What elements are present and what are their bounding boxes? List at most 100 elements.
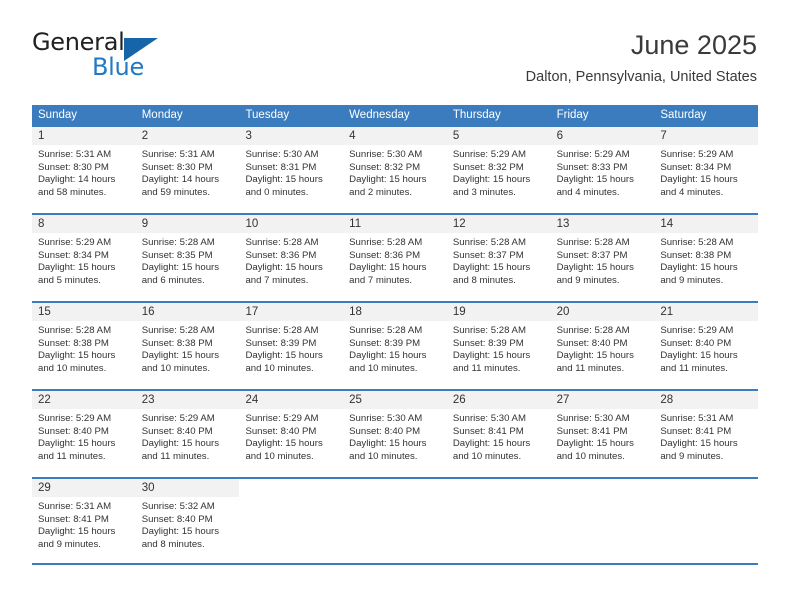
day-number: 30 bbox=[135, 479, 240, 497]
day-cell[interactable]: 26 Sunrise: 5:30 AM Sunset: 8:41 PM Dayl… bbox=[446, 391, 551, 477]
sunset-text: Sunset: 8:39 PM bbox=[452, 337, 524, 349]
day-cell[interactable]: 21 Sunrise: 5:29 AM Sunset: 8:40 PM Dayl… bbox=[654, 303, 759, 389]
day-number: 15 bbox=[32, 303, 136, 321]
week-row: 1 Sunrise: 5:31 AM Sunset: 8:30 PM Dayli… bbox=[32, 125, 759, 213]
day-info: Sunrise: 5:29 AM Sunset: 8:40 PM Dayligh… bbox=[654, 321, 758, 375]
daylight-text-line1: Daylight: 14 hours bbox=[38, 174, 116, 186]
daylight-text-line2: and 7 minutes. bbox=[349, 274, 413, 286]
daylight-text-line2: and 8 minutes. bbox=[141, 538, 205, 550]
day-number: 9 bbox=[135, 215, 240, 233]
day-cell[interactable]: 29 Sunrise: 5:31 AM Sunset: 8:41 PM Dayl… bbox=[32, 479, 136, 563]
sunrise-text: Sunrise: 5:30 AM bbox=[349, 413, 423, 424]
weekday-header-sunday: Sunday bbox=[38, 109, 78, 121]
day-info: Sunrise: 5:30 AM Sunset: 8:31 PM Dayligh… bbox=[239, 145, 343, 199]
sunset-text: Sunset: 8:34 PM bbox=[660, 161, 732, 173]
day-cell[interactable]: 9 Sunrise: 5:28 AM Sunset: 8:35 PM Dayli… bbox=[135, 215, 240, 301]
day-cell[interactable]: 17 Sunrise: 5:28 AM Sunset: 8:39 PM Dayl… bbox=[239, 303, 344, 389]
weekday-header-row: Sunday Monday Tuesday Wednesday Thursday… bbox=[32, 105, 758, 125]
day-cell[interactable]: 7 Sunrise: 5:29 AM Sunset: 8:34 PM Dayli… bbox=[654, 127, 759, 213]
daylight-text-line1: Daylight: 15 hours bbox=[349, 262, 427, 274]
sunrise-text: Sunrise: 5:28 AM bbox=[452, 325, 526, 336]
day-cell[interactable]: 2 Sunrise: 5:31 AM Sunset: 8:30 PM Dayli… bbox=[135, 127, 240, 213]
sunset-text: Sunset: 8:40 PM bbox=[349, 425, 421, 437]
daylight-text-line2: and 6 minutes. bbox=[141, 274, 205, 286]
daylight-text-line2: and 9 minutes. bbox=[660, 450, 724, 462]
day-cell[interactable]: 16 Sunrise: 5:28 AM Sunset: 8:38 PM Dayl… bbox=[135, 303, 240, 389]
day-number: 19 bbox=[446, 303, 551, 321]
daylight-text-line1: Daylight: 15 hours bbox=[556, 438, 634, 450]
sunset-text: Sunset: 8:30 PM bbox=[141, 161, 213, 173]
day-cell[interactable]: 12 Sunrise: 5:28 AM Sunset: 8:37 PM Dayl… bbox=[446, 215, 551, 301]
sunset-text: Sunset: 8:37 PM bbox=[452, 249, 524, 261]
day-info: Sunrise: 5:30 AM Sunset: 8:41 PM Dayligh… bbox=[447, 409, 551, 463]
day-info: Sunrise: 5:28 AM Sunset: 8:38 PM Dayligh… bbox=[654, 233, 758, 287]
page-subtitle: Dalton, Pennsylvania, United States bbox=[525, 69, 757, 85]
day-cell[interactable]: 24 Sunrise: 5:29 AM Sunset: 8:40 PM Dayl… bbox=[239, 391, 344, 477]
sunset-text: Sunset: 8:39 PM bbox=[245, 337, 317, 349]
day-cell[interactable]: 19 Sunrise: 5:28 AM Sunset: 8:39 PM Dayl… bbox=[446, 303, 551, 389]
day-cell[interactable]: 28 Sunrise: 5:31 AM Sunset: 8:41 PM Dayl… bbox=[654, 391, 759, 477]
sunrise-text: Sunrise: 5:31 AM bbox=[141, 149, 215, 160]
sunset-text: Sunset: 8:32 PM bbox=[349, 161, 421, 173]
day-cell[interactable]: 13 Sunrise: 5:28 AM Sunset: 8:37 PM Dayl… bbox=[550, 215, 655, 301]
day-cell[interactable]: 3 Sunrise: 5:30 AM Sunset: 8:31 PM Dayli… bbox=[239, 127, 344, 213]
weekday-header-saturday: Saturday bbox=[660, 109, 707, 121]
sunrise-text: Sunrise: 5:29 AM bbox=[660, 149, 734, 160]
day-info: Sunrise: 5:28 AM Sunset: 8:36 PM Dayligh… bbox=[239, 233, 343, 287]
generalblue-logo[interactable]: General Blue bbox=[32, 28, 212, 88]
day-cell[interactable]: 10 Sunrise: 5:28 AM Sunset: 8:36 PM Dayl… bbox=[239, 215, 344, 301]
sunset-text: Sunset: 8:31 PM bbox=[245, 161, 317, 173]
day-info: Sunrise: 5:30 AM Sunset: 8:40 PM Dayligh… bbox=[343, 409, 447, 463]
sunrise-text: Sunrise: 5:31 AM bbox=[38, 149, 112, 160]
daylight-text-line1: Daylight: 15 hours bbox=[349, 438, 427, 450]
sunset-text: Sunset: 8:41 PM bbox=[660, 425, 732, 437]
calendar-page: General Blue June 2025 Dalton, Pennsylva… bbox=[0, 0, 792, 612]
day-cell[interactable]: 18 Sunrise: 5:28 AM Sunset: 8:39 PM Dayl… bbox=[343, 303, 447, 389]
daylight-text-line2: and 59 minutes. bbox=[141, 186, 210, 198]
day-cell[interactable]: 30 Sunrise: 5:32 AM Sunset: 8:40 PM Dayl… bbox=[135, 479, 240, 563]
day-cell[interactable]: 27 Sunrise: 5:30 AM Sunset: 8:41 PM Dayl… bbox=[550, 391, 655, 477]
day-number: 17 bbox=[239, 303, 344, 321]
sunset-text: Sunset: 8:38 PM bbox=[141, 337, 213, 349]
daylight-text-line1: Daylight: 15 hours bbox=[452, 174, 531, 186]
sunrise-text: Sunrise: 5:28 AM bbox=[556, 237, 630, 248]
day-cell[interactable]: 25 Sunrise: 5:30 AM Sunset: 8:40 PM Dayl… bbox=[343, 391, 447, 477]
sunrise-text: Sunrise: 5:28 AM bbox=[556, 325, 630, 336]
day-cell[interactable]: 5 Sunrise: 5:29 AM Sunset: 8:32 PM Dayli… bbox=[446, 127, 551, 213]
sunrise-text: Sunrise: 5:28 AM bbox=[245, 237, 319, 248]
day-number: 27 bbox=[550, 391, 655, 409]
day-info: Sunrise: 5:28 AM Sunset: 8:37 PM Dayligh… bbox=[447, 233, 551, 287]
day-cell[interactable]: 6 Sunrise: 5:29 AM Sunset: 8:33 PM Dayli… bbox=[550, 127, 655, 213]
day-info: Sunrise: 5:29 AM Sunset: 8:33 PM Dayligh… bbox=[551, 145, 655, 199]
day-cell[interactable]: 8 Sunrise: 5:29 AM Sunset: 8:34 PM Dayli… bbox=[32, 215, 136, 301]
sunset-text: Sunset: 8:36 PM bbox=[349, 249, 421, 261]
day-number: 14 bbox=[654, 215, 759, 233]
day-cell-empty bbox=[343, 479, 447, 563]
sunrise-text: Sunrise: 5:28 AM bbox=[660, 237, 734, 248]
daylight-text-line2: and 10 minutes. bbox=[452, 450, 522, 462]
day-info: Sunrise: 5:30 AM Sunset: 8:41 PM Dayligh… bbox=[551, 409, 655, 463]
day-number bbox=[239, 479, 344, 497]
day-cell-empty bbox=[446, 479, 551, 563]
daylight-text-line1: Daylight: 15 hours bbox=[349, 174, 427, 186]
day-number: 2 bbox=[135, 127, 240, 145]
sunrise-text: Sunrise: 5:28 AM bbox=[141, 325, 215, 336]
logo-text-general: General bbox=[32, 28, 125, 56]
day-cell[interactable]: 15 Sunrise: 5:28 AM Sunset: 8:38 PM Dayl… bbox=[32, 303, 136, 389]
sunrise-text: Sunrise: 5:29 AM bbox=[38, 237, 112, 248]
day-cell[interactable]: 1 Sunrise: 5:31 AM Sunset: 8:30 PM Dayli… bbox=[32, 127, 136, 213]
daylight-text-line2: and 10 minutes. bbox=[245, 450, 314, 462]
day-cell[interactable]: 23 Sunrise: 5:29 AM Sunset: 8:40 PM Dayl… bbox=[135, 391, 240, 477]
week-row: 22 Sunrise: 5:29 AM Sunset: 8:40 PM Dayl… bbox=[32, 389, 759, 477]
day-cell[interactable]: 4 Sunrise: 5:30 AM Sunset: 8:32 PM Dayli… bbox=[343, 127, 447, 213]
day-info: Sunrise: 5:30 AM Sunset: 8:32 PM Dayligh… bbox=[343, 145, 447, 199]
daylight-text-line2: and 8 minutes. bbox=[452, 274, 516, 286]
sunset-text: Sunset: 8:30 PM bbox=[38, 161, 109, 173]
day-cell[interactable]: 20 Sunrise: 5:28 AM Sunset: 8:40 PM Dayl… bbox=[550, 303, 655, 389]
sunset-text: Sunset: 8:38 PM bbox=[660, 249, 732, 261]
daylight-text-line1: Daylight: 15 hours bbox=[349, 350, 427, 362]
day-cell[interactable]: 22 Sunrise: 5:29 AM Sunset: 8:40 PM Dayl… bbox=[32, 391, 136, 477]
day-number: 16 bbox=[135, 303, 240, 321]
day-cell[interactable]: 11 Sunrise: 5:28 AM Sunset: 8:36 PM Dayl… bbox=[343, 215, 447, 301]
day-cell[interactable]: 14 Sunrise: 5:28 AM Sunset: 8:38 PM Dayl… bbox=[654, 215, 759, 301]
